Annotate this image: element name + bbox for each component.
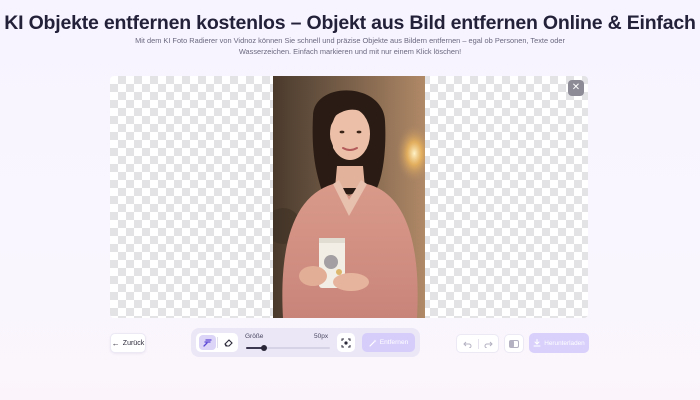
- download-label: Herunterladen: [544, 339, 585, 347]
- back-label: Zurück: [122, 339, 145, 347]
- download-icon: [533, 339, 541, 347]
- close-icon: ✕: [571, 82, 581, 93]
- photo-illustration: [273, 76, 425, 318]
- slider-thumb[interactable]: [261, 345, 268, 351]
- remove-label: Entfernen: [379, 339, 409, 346]
- tool-divider: [217, 337, 218, 348]
- scan-select-icon: [341, 338, 351, 347]
- brush-size-slider[interactable]: [246, 345, 330, 351]
- remove-button[interactable]: Entfernen: [362, 333, 415, 352]
- close-button[interactable]: ✕: [568, 80, 584, 96]
- eraser-tool-button[interactable]: [219, 335, 236, 350]
- compare-button[interactable]: [504, 334, 524, 353]
- magic-wand-icon: [369, 339, 377, 347]
- brush-icon: [202, 339, 212, 347]
- page-title: KI Objekte entfernen kostenlos – Objekt …: [4, 12, 696, 34]
- editor-canvas[interactable]: [110, 76, 588, 318]
- tool-group: [196, 333, 238, 352]
- auto-select-button[interactable]: [337, 333, 355, 352]
- undo-button[interactable]: [459, 337, 476, 351]
- page-subtitle: Mit dem KI Foto Radierer von Vidnoz könn…: [135, 36, 565, 56]
- eraser-icon: [223, 339, 233, 347]
- brush-size-label: Größe: [245, 333, 264, 340]
- history-divider: [478, 339, 479, 349]
- brush-tool-button[interactable]: [199, 335, 216, 350]
- brush-size-value: 50px: [314, 333, 329, 340]
- download-button[interactable]: Herunterladen: [529, 333, 589, 353]
- arrow-left-icon: ←: [111, 338, 120, 348]
- redo-icon: [484, 341, 493, 348]
- edit-toolbar: Größe 50px Entfernen: [191, 328, 420, 357]
- history-controls: [456, 334, 499, 353]
- compare-icon: [509, 339, 519, 348]
- undo-icon: [463, 341, 472, 348]
- back-button[interactable]: ← Zurück: [110, 333, 146, 353]
- woman-holding-cup-photo: [273, 76, 425, 318]
- redo-button[interactable]: [480, 337, 497, 351]
